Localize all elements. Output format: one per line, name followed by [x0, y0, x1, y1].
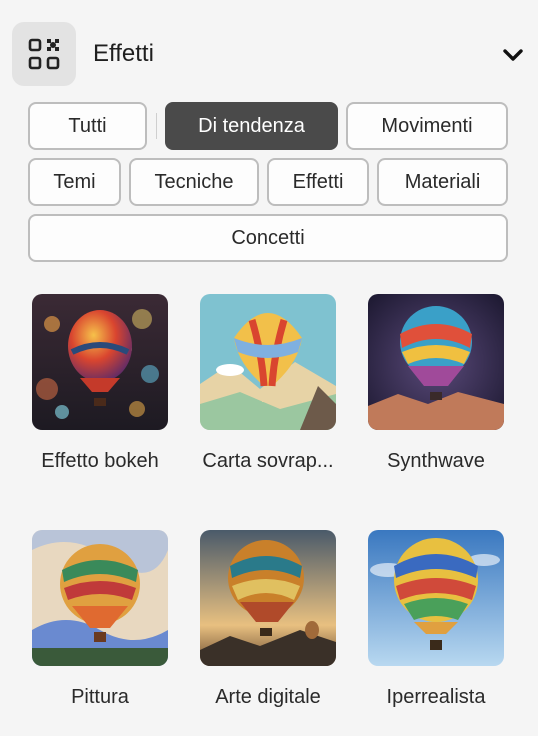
filter-chip-movimenti[interactable]: Movimenti	[346, 102, 508, 150]
filter-chip-tutti[interactable]: Tutti	[28, 102, 147, 150]
style-card-label: Effetto bokeh	[41, 450, 159, 472]
hyperrealistic-balloon-thumbnail	[368, 530, 504, 666]
panel-title: Effetti	[93, 40, 154, 67]
style-card-label: Pittura	[71, 686, 129, 708]
filter-chip-tecniche[interactable]: Tecniche	[129, 158, 259, 206]
effects-header[interactable]: Effetti	[12, 22, 526, 86]
filter-chip-di-tendenza[interactable]: Di tendenza	[165, 102, 338, 150]
style-card-label: Carta sovrap...	[202, 450, 334, 472]
style-card-label: Iperrealista	[386, 686, 486, 708]
filter-chip-materiali[interactable]: Materiali	[377, 158, 508, 206]
bokeh-balloon-thumbnail	[32, 294, 168, 430]
chevron-down-icon[interactable]	[500, 42, 526, 68]
effects-panel: Effetti Tutti Di tendenza Movimenti Temi…	[0, 0, 538, 736]
effects-grid-icon	[12, 22, 76, 86]
style-card-label: Synthwave	[387, 450, 485, 472]
filter-chip-concetti[interactable]: Concetti	[28, 214, 508, 262]
digital-art-balloon-thumbnail	[200, 530, 336, 666]
painting-balloon-thumbnail	[32, 530, 168, 666]
synthwave-balloon-thumbnail	[368, 294, 504, 430]
filter-chip-effetti[interactable]: Effetti	[267, 158, 369, 206]
chip-divider	[156, 113, 157, 139]
filter-chip-temi[interactable]: Temi	[28, 158, 121, 206]
style-card-label: Arte digitale	[215, 686, 321, 708]
paper-balloon-thumbnail	[200, 294, 336, 430]
